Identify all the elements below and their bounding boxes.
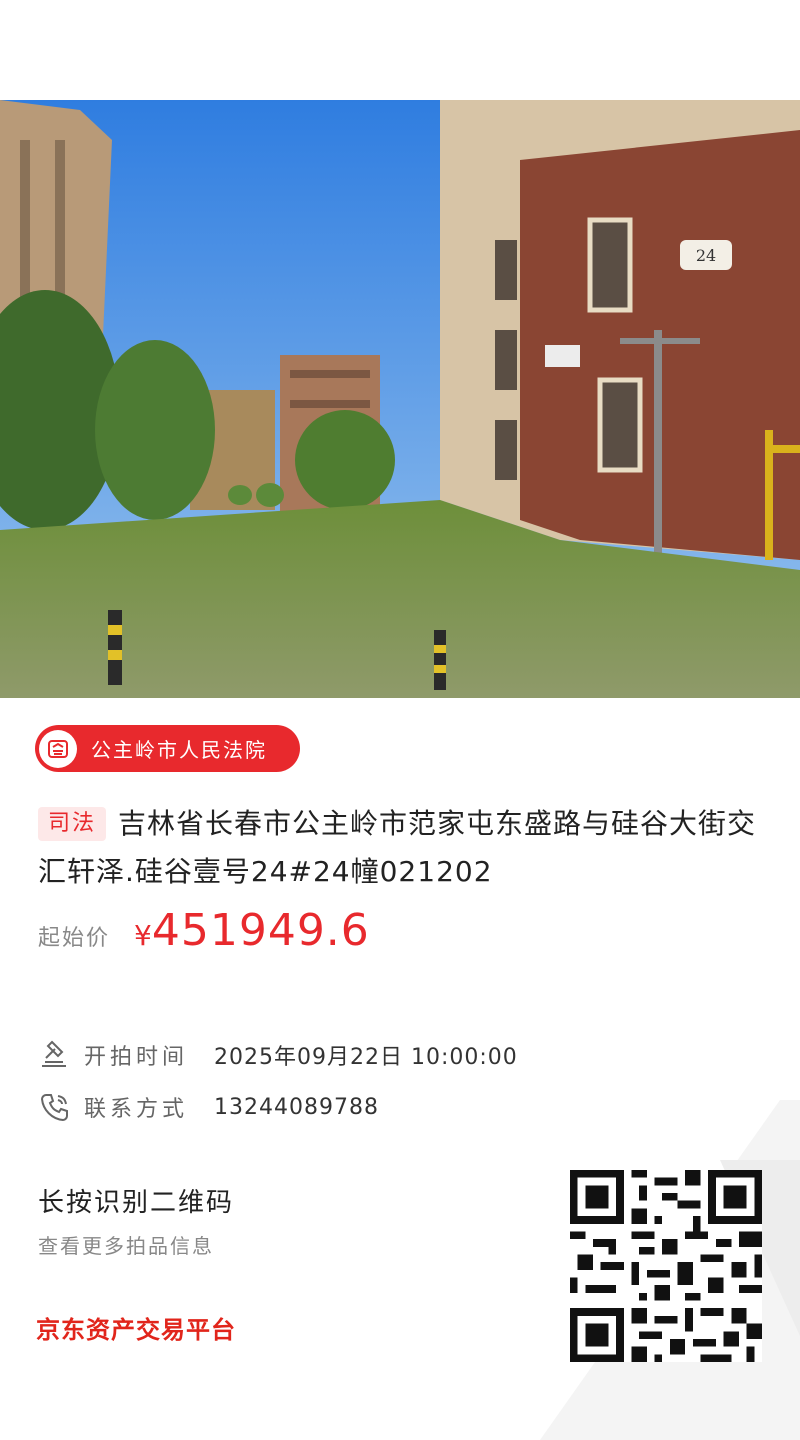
property-photo: 24 — [0, 100, 800, 698]
contact-row: 联系方式 13244089788 — [38, 1090, 379, 1124]
qr-code[interactable] — [570, 1170, 762, 1362]
listing-title: 司法 吉林省长春市公主岭市范家屯东盛路与硅谷大街交汇轩泽.硅谷壹号24#24幢02… — [38, 800, 758, 896]
platform-logo: 京东资产交易平台 — [36, 1316, 236, 1344]
auction-time-value: 2025年09月22日 10:00:00 — [214, 1045, 518, 1070]
auction-time-label: 开拍时间 — [84, 1045, 189, 1070]
phone-icon — [40, 1094, 68, 1122]
price-value: 451949.6 — [151, 905, 370, 956]
auction-time-row: 开拍时间 2025年09月22日 10:00:00 — [38, 1038, 518, 1072]
court-badge: 公主岭市人民法院 — [35, 725, 300, 772]
gavel-icon — [42, 1040, 66, 1067]
judicial-tag: 司法 — [38, 807, 107, 841]
qr-hint-title: 长按识别二维码 — [38, 1188, 235, 1218]
property-photo-illustration: 24 — [0, 100, 800, 698]
price-row: 起始价 ¥ 451949.6 — [38, 905, 370, 956]
court-icon — [39, 729, 77, 768]
svg-text:24: 24 — [696, 246, 716, 265]
contact-value[interactable]: 13244089788 — [214, 1095, 379, 1120]
court-name: 公主岭市人民法院 — [91, 738, 267, 762]
qr-hint-subtitle: 查看更多拍品信息 — [38, 1234, 214, 1258]
price-currency-symbol: ¥ — [134, 919, 152, 952]
contact-label: 联系方式 — [84, 1097, 189, 1122]
price-label: 起始价 — [38, 926, 111, 951]
listing-title-text: 吉林省长春市公主岭市范家屯东盛路与硅谷大街交汇轩泽.硅谷壹号24#24幢0212… — [38, 807, 757, 888]
